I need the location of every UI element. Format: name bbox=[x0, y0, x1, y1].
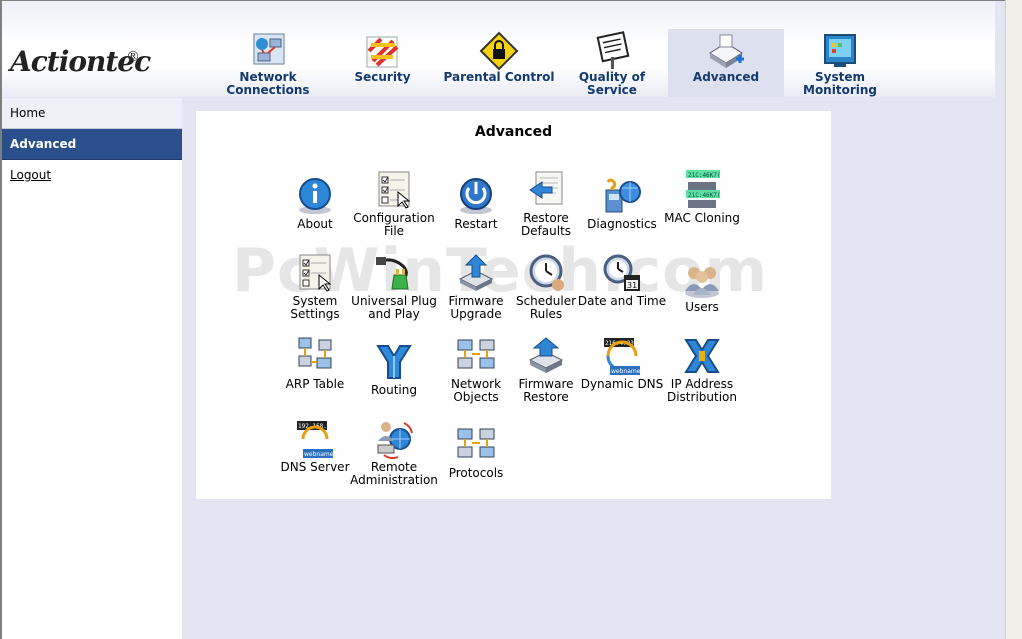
tab-label: Quality of Service bbox=[578, 70, 646, 97]
item-label: Diagnostics bbox=[587, 217, 657, 231]
dns-server-link[interactable]: 192.168.1.1 webname DNS Server bbox=[270, 419, 360, 474]
upnp-link[interactable]: Universal Plug and Play bbox=[349, 253, 439, 321]
item-label: Configuration File bbox=[353, 211, 435, 238]
svg-text:31: 31 bbox=[627, 281, 637, 290]
sidebar-item-home[interactable]: Home bbox=[2, 98, 182, 129]
item-label: System Settings bbox=[290, 294, 340, 321]
sidebar-background bbox=[2, 189, 182, 639]
svg-text:webname: webname bbox=[304, 451, 334, 458]
sidebar-item-advanced[interactable]: Advanced bbox=[2, 129, 182, 160]
actiontec-logo: Actiontec ® bbox=[10, 43, 151, 95]
vertical-scrollbar[interactable] bbox=[1005, 0, 1022, 639]
item-label: Date and Time bbox=[577, 294, 667, 308]
users-icon bbox=[685, 267, 719, 298]
mac-cloning-link[interactable]: 21C:46K7( 21C:46K7( MAC Cloning bbox=[657, 170, 747, 225]
about-link[interactable]: About bbox=[270, 176, 360, 231]
firmware-restore-icon bbox=[528, 337, 564, 373]
remote-admin-icon bbox=[377, 422, 413, 459]
mac-cloning-icon: 21C:46K7( 21C:46K7( bbox=[686, 170, 721, 208]
info-icon bbox=[299, 178, 331, 214]
quality-of-service-icon bbox=[596, 31, 630, 69]
parental-control-icon bbox=[479, 31, 519, 71]
svg-text:webname: webname bbox=[611, 368, 641, 375]
item-label: ARP Table bbox=[285, 377, 345, 391]
tab-security[interactable]: Security bbox=[330, 29, 435, 97]
svg-text:21C:46K7(: 21C:46K7( bbox=[688, 192, 721, 199]
users-link[interactable]: Users bbox=[657, 259, 747, 314]
logo-reg-mark: ® bbox=[126, 49, 140, 65]
item-label: About bbox=[297, 217, 333, 231]
routing-icon bbox=[376, 345, 412, 379]
item-label: Users bbox=[685, 300, 719, 314]
configuration-file-icon bbox=[378, 171, 411, 209]
diagnostics-link[interactable]: Diagnostics bbox=[577, 176, 667, 231]
item-label: IP Address Distribution bbox=[666, 377, 737, 404]
item-label: Remote Administration bbox=[350, 460, 438, 487]
power-icon bbox=[460, 178, 492, 214]
page-title: Advanced bbox=[474, 124, 553, 140]
sidebar-item-logout[interactable]: Logout bbox=[2, 160, 182, 190]
dns-server-icon: 192.168.1.1 webname bbox=[297, 421, 335, 458]
dynamic-dns-link[interactable]: 216.4.23.4 webname Dynamic DNS bbox=[577, 336, 667, 391]
firmware-upgrade-icon bbox=[458, 254, 494, 291]
remote-administration-link[interactable]: Remote Administration bbox=[349, 419, 439, 487]
date-and-time-link[interactable]: 31 Date and Time bbox=[577, 253, 667, 308]
tab-advanced[interactable]: Advanced bbox=[668, 29, 784, 97]
tab-label: Advanced bbox=[692, 70, 760, 84]
arp-table-icon bbox=[298, 337, 332, 369]
ip-distribution-icon bbox=[684, 339, 720, 373]
item-label: DNS Server bbox=[280, 460, 350, 474]
tab-parental-control[interactable]: Parental Control bbox=[440, 29, 558, 97]
tab-label: System Monitoring bbox=[803, 70, 877, 97]
routing-link[interactable]: Routing bbox=[349, 342, 439, 397]
item-label: Universal Plug and Play bbox=[351, 294, 437, 321]
system-settings-icon bbox=[299, 254, 332, 292]
item-label: Dynamic DNS bbox=[580, 377, 664, 391]
tab-system-monitoring[interactable]: System Monitoring bbox=[790, 29, 890, 97]
restore-defaults-icon bbox=[529, 171, 563, 205]
network-objects-icon bbox=[457, 339, 495, 369]
configuration-file-link[interactable]: Configuration File bbox=[349, 170, 439, 238]
system-settings-link[interactable]: System Settings bbox=[270, 253, 360, 321]
diagnostics-icon bbox=[605, 178, 641, 213]
system-monitoring-icon bbox=[824, 34, 856, 67]
protocols-icon bbox=[457, 428, 495, 458]
security-icon bbox=[366, 36, 398, 68]
dynamic-dns-icon: 216.4.23.4 webname bbox=[604, 338, 642, 375]
svg-text:21C:46K7(: 21C:46K7( bbox=[688, 172, 721, 179]
scheduler-clock-icon bbox=[529, 254, 564, 291]
sidebar: Home Advanced Logout bbox=[2, 98, 182, 190]
advanced-icon bbox=[709, 34, 744, 68]
upnp-plug-icon bbox=[376, 257, 409, 290]
date-time-icon: 31 bbox=[603, 254, 640, 291]
protocols-link[interactable]: Protocols bbox=[431, 425, 521, 480]
tab-label: Security bbox=[354, 70, 411, 84]
item-label: Routing bbox=[370, 383, 417, 397]
tab-quality-of-service[interactable]: Quality of Service bbox=[562, 29, 662, 97]
item-label: Protocols bbox=[448, 466, 504, 480]
item-label: MAC Cloning bbox=[664, 211, 740, 225]
tab-network-connections[interactable]: Network Connections bbox=[213, 29, 323, 97]
arp-table-link[interactable]: ARP Table bbox=[270, 336, 360, 391]
tab-label: Parental Control bbox=[443, 70, 555, 84]
top-header: Actiontec ® Network Connections Security… bbox=[2, 1, 995, 97]
tab-label: Network Connections bbox=[226, 70, 310, 97]
ip-address-distribution-link[interactable]: IP Address Distribution bbox=[657, 336, 747, 404]
network-connections-icon bbox=[253, 33, 285, 65]
